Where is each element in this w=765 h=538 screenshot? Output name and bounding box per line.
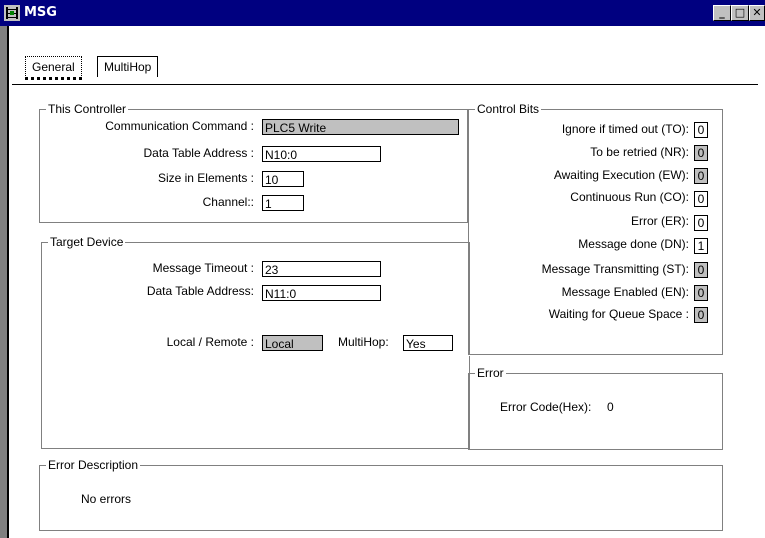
error-description-label: Error Description [46, 458, 141, 472]
control-bit-label-ew: Awaiting Execution (EW): [553, 168, 689, 182]
control-bit-label-nr: To be retried (NR): [590, 145, 689, 159]
control-bit-queue-field: 0 [694, 307, 708, 323]
window-title: MSG [24, 5, 57, 20]
control-bit-er-field[interactable]: 0 [694, 215, 708, 231]
target-data-table-address-input[interactable]: N11:0 [262, 285, 381, 301]
channel-label: Channel:: [202, 195, 254, 209]
error-group: Error Error Code(Hex): 0 [468, 366, 723, 450]
this-controller-label: This Controller [46, 102, 129, 116]
multihop-label: MultiHop: [338, 335, 389, 349]
control-bit-label-st: Message Transmitting (ST): [541, 262, 689, 276]
control-bit-label-to: Ignore if timed out (TO): [561, 122, 689, 136]
comm-command-field: PLC5 Write [262, 119, 459, 135]
close-button[interactable]: ✕ [749, 5, 765, 21]
local-remote-label: Local / Remote : [166, 335, 254, 349]
multihop-select[interactable]: Yes [403, 335, 453, 351]
control-bits-label: Control Bits [475, 102, 542, 116]
comm-command-label: Communication Command : [105, 119, 254, 133]
control-bit-en-field: 0 [694, 285, 708, 301]
target-device-group: Target Device Message Timeout : 23 Data … [41, 235, 470, 449]
size-in-elements-input[interactable]: 10 [262, 171, 304, 187]
minimize-button[interactable]: _ [713, 5, 731, 21]
error-label: Error [475, 366, 506, 380]
message-timeout-label: Message Timeout : [152, 261, 254, 275]
control-bit-label-queue: Waiting for Queue Space : [548, 307, 689, 321]
control-bit-ew-field: 0 [694, 168, 708, 184]
data-table-address-label: Data Table Address : [143, 146, 254, 160]
control-bit-nr-field: 0 [694, 145, 708, 161]
error-code-value: 0 [607, 400, 614, 414]
ladder-logic-icon [4, 5, 20, 21]
control-bit-co-field[interactable]: 0 [694, 191, 708, 207]
error-description-text: No errors [81, 492, 132, 506]
data-table-address-input[interactable]: N10:0 [262, 146, 381, 162]
control-bit-st-field: 0 [694, 262, 708, 278]
control-bits-group: Control Bits Ignore if timed out (TO): 0… [468, 102, 723, 355]
control-bit-label-dn: Message done (DN): [578, 237, 689, 251]
control-bit-label-co: Continuous Run (CO): [570, 190, 689, 204]
maximize-button[interactable]: □ [731, 5, 749, 21]
tab-multihop[interactable]: MultiHop [97, 56, 159, 77]
error-code-label: Error Code(Hex): [500, 400, 592, 414]
control-bit-label-en: Message Enabled (EN): [561, 285, 689, 299]
message-timeout-input[interactable]: 23 [262, 261, 381, 277]
size-in-elements-label: Size in Elements : [157, 171, 254, 185]
this-controller-group: This Controller Communication Command : … [39, 102, 468, 223]
target-device-label: Target Device [48, 235, 126, 249]
target-data-table-address-label: Data Table Address: [146, 284, 254, 298]
title-bar[interactable]: MSG _ □ ✕ [0, 0, 765, 26]
window-frame-left [0, 26, 7, 538]
control-bit-dn-field[interactable]: 1 [694, 238, 708, 254]
local-remote-select[interactable]: Local [262, 335, 323, 351]
msg-window: MSG _ □ ✕ General MultiHop This Controll… [0, 0, 765, 538]
control-bit-to-field[interactable]: 0 [694, 122, 708, 138]
channel-input[interactable]: 1 [262, 195, 304, 211]
tab-general[interactable]: General [25, 56, 82, 80]
error-description-group: Error Description No errors [39, 458, 723, 531]
general-tab-page: This Controller Communication Command : … [12, 84, 758, 537]
control-bit-label-er: Error (ER): [631, 214, 689, 228]
